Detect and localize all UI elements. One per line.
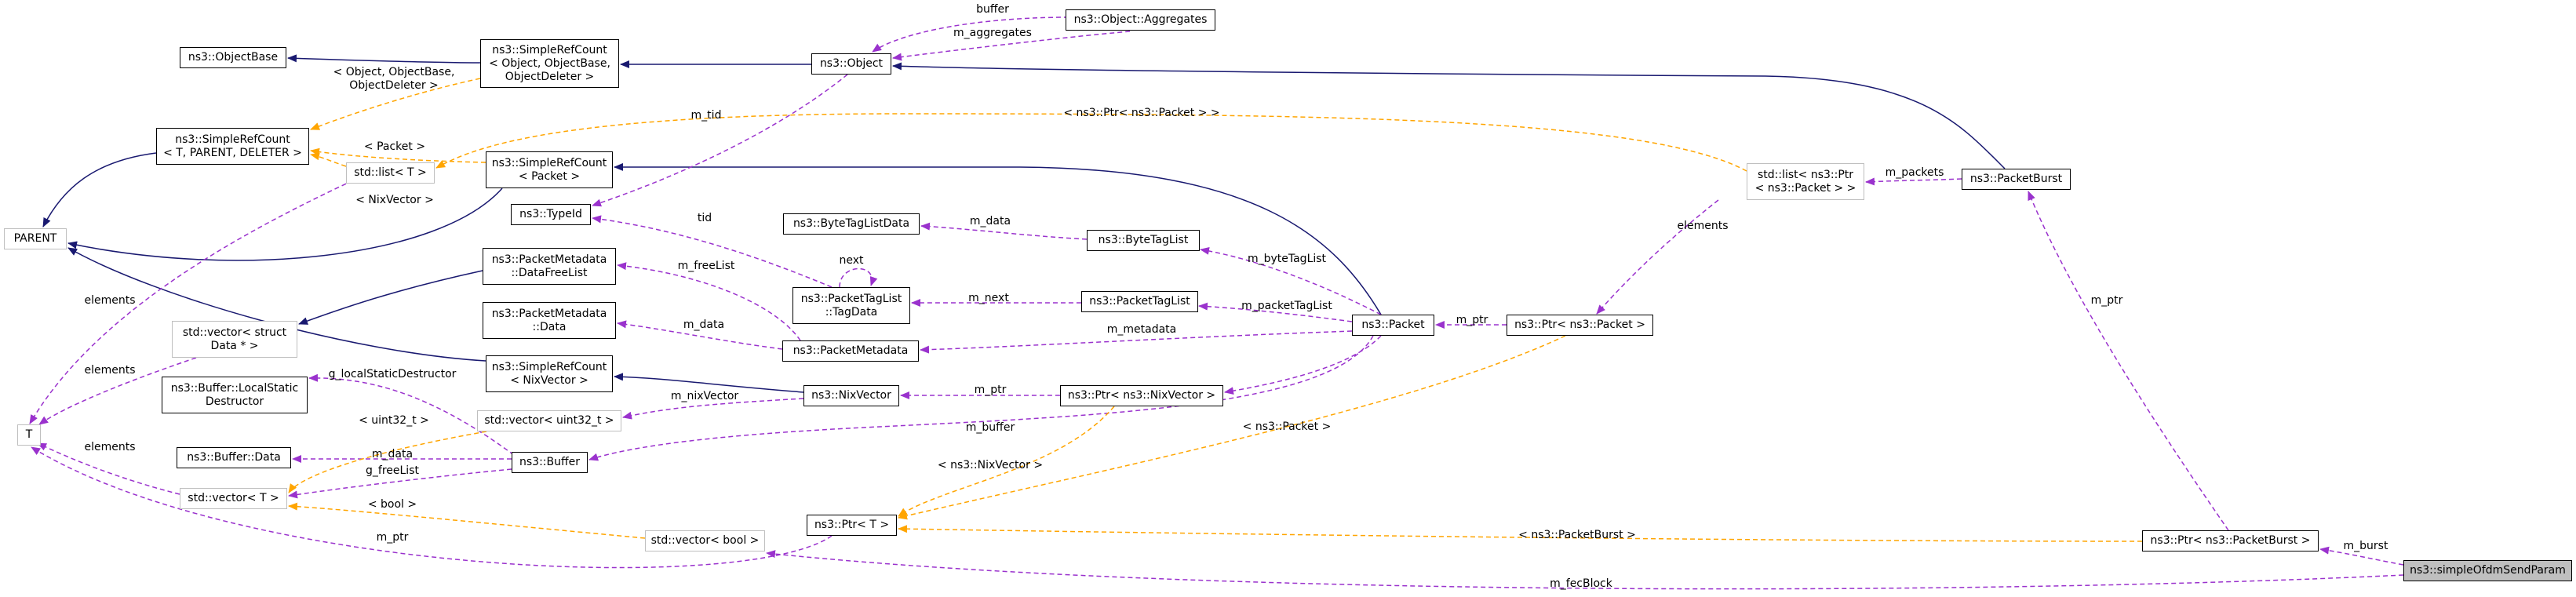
node-packetmetadata[interactable]: ns3::PacketMetadata bbox=[782, 340, 919, 362]
node-t[interactable]: T bbox=[17, 424, 41, 446]
edge-bytetaglist-to-bytetaglistdata bbox=[920, 222, 1088, 240]
edge-vector-bool-to-vector-t bbox=[288, 502, 646, 539]
edge-datafreelist-to-vector-struct bbox=[298, 270, 483, 325]
edge-label-uint32-arg: < uint32_t > bbox=[359, 414, 429, 427]
edge-label-nixvector-arg: < NixVector > bbox=[355, 194, 434, 206]
edge-label-next: next bbox=[839, 254, 864, 267]
node-parent[interactable]: PARENT bbox=[4, 228, 67, 249]
node-srefcount-tpd[interactable]: ns3::SimpleRefCount < T, PARENT, DELETER… bbox=[156, 128, 309, 165]
node-packettaglist[interactable]: ns3::PacketTagList bbox=[1081, 291, 1198, 312]
node-srefcount-packet[interactable]: ns3::SimpleRefCount < Packet > bbox=[486, 151, 613, 188]
node-simpleofdm[interactable]: ns3::simpleOfdmSendParam bbox=[2403, 560, 2572, 581]
node-bytetaglist[interactable]: ns3::ByteTagList bbox=[1087, 230, 1200, 251]
edge-label-localstatic: g_localStaticDestructor bbox=[329, 368, 457, 380]
node-vector-t[interactable]: std::vector< T > bbox=[180, 488, 287, 509]
edge-label-m-ptr-t: m_ptr bbox=[377, 531, 409, 544]
node-ptr-t[interactable]: ns3::Ptr< T > bbox=[807, 515, 897, 536]
edge-label-tid: tid bbox=[698, 212, 712, 224]
edge-label-m-buffer: m_buffer bbox=[966, 421, 1015, 434]
edge-label-freelist: m_freeList bbox=[678, 260, 735, 272]
edge-vector-uint32-to-vector-t bbox=[288, 431, 487, 493]
edge-label-packettaglist: m_packetTagList bbox=[1241, 300, 1332, 312]
node-pm-datafreelist[interactable]: ns3::PacketMetadata ::DataFreeList bbox=[483, 248, 616, 285]
node-buffer-localstatic[interactable]: ns3::Buffer::LocalStatic Destructor bbox=[162, 377, 308, 413]
node-srefcount-nixvector[interactable]: ns3::SimpleRefCount < NixVector > bbox=[486, 355, 613, 392]
edge-label-aggregates: m_aggregates bbox=[953, 27, 1032, 39]
node-list-t[interactable]: std::list< T > bbox=[346, 162, 435, 184]
collaboration-diagram: buffer m_aggregates < Object, ObjectBase, O… bbox=[0, 0, 2576, 597]
edge-label-mtid: m_tid bbox=[691, 109, 722, 122]
edge-tagdata-next-self bbox=[839, 268, 878, 288]
edge-ptr-packet-to-list-ptr-packet bbox=[1596, 199, 1719, 315]
edges-layer: buffer m_aggregates < Object, ObjectBase, O… bbox=[29, 3, 2404, 590]
edge-label-buffer: buffer bbox=[976, 3, 1009, 16]
edge-label-ptr-pkt-list: < ns3::Ptr< ns3::Packet > > bbox=[1063, 107, 1219, 119]
edge-label-m-packets: m_packets bbox=[1886, 166, 1944, 179]
node-vector-bool[interactable]: std::vector< bool > bbox=[645, 530, 765, 551]
node-packet[interactable]: ns3::Packet bbox=[1352, 315, 1434, 336]
node-buffer-data[interactable]: ns3::Buffer::Data bbox=[177, 447, 291, 468]
edge-list-ptr-packet-to-list-t bbox=[435, 113, 1747, 172]
edge-label-bytetaglist: m_byteTagList bbox=[1248, 253, 1327, 265]
node-vector-uint32[interactable]: std::vector< uint32_t > bbox=[477, 410, 621, 431]
edge-label-m-next: m_next bbox=[968, 292, 1009, 304]
edge-label-elements-list: elements bbox=[1677, 220, 1728, 232]
edge-label-metadata: m_metadata bbox=[1107, 323, 1177, 336]
edge-label-bool-arg: < bool > bbox=[368, 498, 417, 511]
edge-label-elements-t1: elements bbox=[84, 294, 135, 307]
edge-label-m-ptr-burst: m_ptr bbox=[2091, 294, 2123, 307]
edge-srefcount-object-to-objectbase bbox=[287, 54, 481, 64]
edge-list-t-to-tpd bbox=[310, 152, 347, 167]
edge-label-m-ptr-nix: m_ptr bbox=[975, 384, 1007, 396]
node-ptr-packet[interactable]: ns3::Ptr< ns3::Packet > bbox=[1507, 315, 1653, 336]
edge-label-obj-args: < Object, ObjectBase, ObjectDeleter > bbox=[333, 66, 455, 92]
node-srefcount-object[interactable]: ns3::SimpleRefCount < Object, ObjectBase… bbox=[480, 39, 619, 88]
edge-srefcount-packet-to-parent bbox=[67, 187, 503, 261]
node-list-ptr-packet[interactable]: std::list< ns3::Ptr < ns3::Packet > > bbox=[1747, 163, 1864, 200]
edge-label-elements-t2: elements bbox=[84, 364, 135, 377]
node-typeid[interactable]: ns3::TypeId bbox=[511, 204, 591, 225]
node-object[interactable]: ns3::Object bbox=[811, 53, 891, 75]
edge-label-nixvector: m_nixVector bbox=[671, 390, 739, 402]
edge-label-m-data-pm: m_data bbox=[683, 319, 724, 331]
edge-label-freelist-g: g_freeList bbox=[366, 464, 419, 477]
edge-packetburst-to-object bbox=[892, 62, 2006, 169]
edge-label-m-burst: m_burst bbox=[2344, 540, 2388, 552]
node-bytetaglistdata[interactable]: ns3::ByteTagListData bbox=[783, 213, 920, 235]
node-packetburst[interactable]: ns3::PacketBurst bbox=[1962, 169, 2071, 190]
edge-label-nix-arg: < ns3::NixVector > bbox=[938, 459, 1043, 471]
node-aggregates[interactable]: ns3::Object::Aggregates bbox=[1066, 9, 1215, 31]
edge-object-to-typeid bbox=[592, 74, 848, 207]
edge-packet-to-ptr-nixvector bbox=[1224, 335, 1382, 395]
node-ptr-packetburst[interactable]: ns3::Ptr< ns3::PacketBurst > bbox=[2142, 530, 2319, 551]
edge-label-fecblock: m_fecBlock bbox=[1550, 577, 1613, 590]
edge-label-burst-arg: < ns3::PacketBurst > bbox=[1518, 529, 1636, 541]
node-nixvector[interactable]: ns3::NixVector bbox=[803, 385, 899, 406]
node-pm-data[interactable]: ns3::PacketMetadata ::Data bbox=[483, 302, 616, 339]
edge-label-m-data-buf: m_data bbox=[372, 448, 413, 460]
edge-list-ptr-packet-to-packetburst bbox=[1865, 177, 1962, 186]
node-ptl-tagdata[interactable]: ns3::PacketTagList ::TagData bbox=[792, 287, 910, 324]
edge-label-elements-t3: elements bbox=[84, 441, 135, 453]
edge-srefcount-tpd-to-parent bbox=[42, 152, 157, 228]
edge-label-packet-arg: < Packet > bbox=[364, 140, 425, 153]
node-buffer[interactable]: ns3::Buffer bbox=[512, 452, 588, 473]
edge-label-m-data-btl: m_data bbox=[970, 215, 1011, 228]
node-ptr-nixvector[interactable]: ns3::Ptr< ns3::NixVector > bbox=[1060, 385, 1223, 406]
edge-label-m-ptr-pkt: m_ptr bbox=[1456, 314, 1488, 326]
node-vector-struct-data[interactable]: std::vector< struct Data * > bbox=[172, 321, 297, 358]
edge-ptr-packetburst-to-packetburst bbox=[2028, 191, 2229, 531]
node-objectbase[interactable]: ns3::ObjectBase bbox=[180, 47, 286, 68]
edge-label-pkt-arg: < ns3::Packet > bbox=[1243, 420, 1332, 433]
